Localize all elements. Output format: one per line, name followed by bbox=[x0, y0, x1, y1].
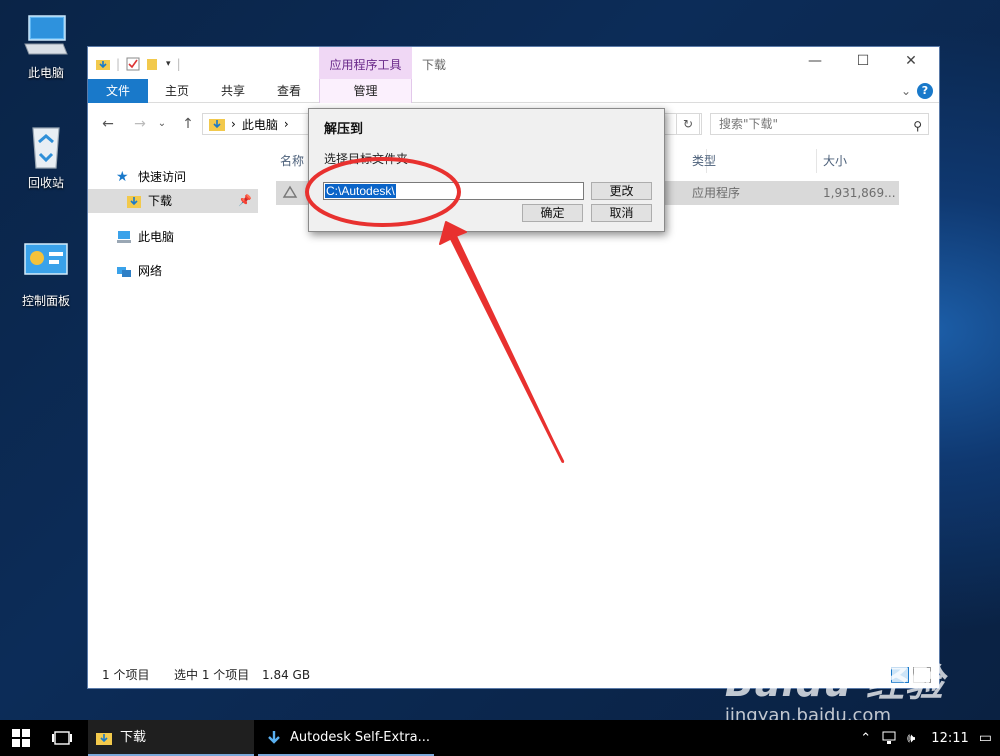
up-arrow-icon[interactable]: ↑ bbox=[178, 115, 198, 133]
control-panel-icon bbox=[23, 242, 69, 286]
dialog-label: 选择目标文件夹 bbox=[324, 152, 409, 166]
volume-icon[interactable]: 🕪 bbox=[907, 731, 915, 746]
watermark-brand: Baidu 经验 bbox=[724, 661, 944, 705]
extract-to-dialog: 解压到 选择目标文件夹 C:\Autodesk\ 更改 确定 取消 bbox=[308, 108, 665, 232]
notifications-icon[interactable]: ▭ bbox=[979, 730, 992, 746]
properties-check-icon[interactable] bbox=[126, 57, 140, 71]
quick-access-toolbar: | ▾ | bbox=[96, 55, 181, 73]
watermark: Baidu 经验 jingyan.baidu.com bbox=[725, 652, 944, 726]
nav-item-label: 此电脑 bbox=[138, 230, 175, 244]
pin-icon[interactable]: 📌 bbox=[238, 189, 252, 213]
contextual-tab-header: 应用程序工具 bbox=[319, 47, 412, 79]
downloads-folder-icon bbox=[209, 119, 225, 131]
selected-path-text: C:\Autodesk\ bbox=[325, 184, 396, 198]
ok-button[interactable]: 确定 bbox=[522, 204, 583, 222]
windows-logo-icon bbox=[12, 729, 30, 747]
nav-item-this-pc[interactable]: 此电脑 bbox=[88, 225, 258, 249]
dialog-title: 解压到 bbox=[324, 122, 364, 137]
back-arrow-icon[interactable]: ← bbox=[98, 115, 118, 133]
desktop-icon-recycle-bin[interactable]: 回收站 bbox=[8, 124, 84, 191]
desktop-icon-label: 此电脑 bbox=[27, 66, 64, 80]
minimize-button[interactable]: — bbox=[792, 53, 838, 73]
breadcrumb-this-pc[interactable]: 此电脑 bbox=[242, 116, 278, 133]
tab-manage[interactable]: 管理 bbox=[319, 79, 412, 103]
tab-view[interactable]: 查看 bbox=[264, 79, 314, 103]
change-button[interactable]: 更改 bbox=[591, 182, 652, 200]
show-hidden-icons-chevron-icon[interactable]: ⌃ bbox=[860, 731, 871, 746]
taskbar-item-label: 下载 bbox=[120, 730, 147, 745]
computer-icon bbox=[117, 231, 131, 243]
system-tray: ⌃ 🕪 12:11 ▭ bbox=[860, 720, 992, 756]
nav-item-network[interactable]: 网络 bbox=[88, 259, 258, 283]
address-separator-icon[interactable]: › bbox=[284, 117, 289, 131]
expand-ribbon-chevron-icon[interactable]: ⌄ bbox=[901, 84, 911, 98]
customize-toolbar-chevron-icon[interactable]: ▾ bbox=[166, 59, 171, 69]
status-selected-size: 1.84 GB bbox=[262, 668, 311, 682]
forward-arrow-icon[interactable]: → bbox=[130, 115, 150, 133]
file-size: 1,931,869... bbox=[823, 186, 896, 200]
tab-file[interactable]: 文件 bbox=[88, 79, 148, 103]
nav-item-label: 快速访问 bbox=[138, 170, 187, 184]
column-header-name[interactable]: 名称 bbox=[280, 149, 304, 173]
tab-share[interactable]: 共享 bbox=[208, 79, 258, 103]
maximize-button[interactable]: ☐ bbox=[840, 53, 886, 73]
ribbon-tabs: 文件 主页 共享 查看 管理 bbox=[88, 79, 939, 103]
network-tray-icon[interactable] bbox=[881, 731, 897, 745]
installer-icon bbox=[282, 185, 298, 198]
task-view-icon bbox=[52, 731, 72, 745]
nav-item-label: 下载 bbox=[148, 194, 173, 208]
taskbar-item-label: Autodesk Self-Extra... bbox=[290, 730, 430, 745]
ribbon-right-controls: ⌄ ? bbox=[901, 83, 933, 99]
desktop-icon-label: 回收站 bbox=[27, 176, 64, 190]
task-view-button[interactable] bbox=[52, 720, 76, 756]
desktop-icon-this-pc[interactable]: 此电脑 bbox=[8, 14, 84, 81]
nav-item-label: 网络 bbox=[138, 264, 163, 278]
title-bar: | ▾ | 应用程序工具 下载 — ☐ ✕ bbox=[88, 47, 939, 79]
help-icon[interactable]: ? bbox=[917, 83, 933, 99]
column-header-size[interactable]: 大小 bbox=[823, 149, 847, 173]
start-button[interactable] bbox=[12, 720, 38, 756]
tab-home[interactable]: 主页 bbox=[152, 79, 202, 103]
star-icon: ★ bbox=[116, 169, 129, 185]
new-folder-icon[interactable] bbox=[146, 57, 160, 71]
taskbar-item-autodesk-extractor[interactable]: Autodesk Self-Extra... bbox=[258, 720, 434, 756]
nav-item-quick-access[interactable]: ★ 快速访问 bbox=[88, 165, 258, 189]
navigation-pane: ★ 快速访问 下载 📌 此电脑 网络 bbox=[88, 147, 258, 657]
desktop-icon-control-panel[interactable]: 控制面板 bbox=[8, 242, 84, 309]
recent-chevron-icon[interactable]: ⌄ bbox=[152, 115, 172, 133]
refresh-icon[interactable]: ↻ bbox=[676, 113, 700, 135]
address-separator-icon[interactable]: › bbox=[231, 117, 236, 131]
clock[interactable]: 12:11 bbox=[931, 731, 968, 746]
installer-icon bbox=[268, 731, 280, 744]
downloads-folder-icon bbox=[96, 733, 112, 745]
search-input[interactable]: 搜索"下载" ⚲ bbox=[710, 113, 929, 135]
recycle-bin-icon bbox=[23, 124, 69, 169]
close-button[interactable]: ✕ bbox=[888, 53, 934, 73]
column-separator bbox=[816, 149, 817, 173]
status-item-count: 1 个项目 bbox=[102, 668, 150, 682]
folder-down-icon[interactable] bbox=[96, 57, 110, 71]
status-selected: 选中 1 个项目 bbox=[174, 668, 250, 682]
column-header-type[interactable]: 类型 bbox=[692, 149, 716, 173]
taskbar-item-downloads[interactable]: 下载 bbox=[88, 720, 254, 756]
network-icon bbox=[117, 267, 131, 277]
computer-icon bbox=[23, 14, 69, 58]
desktop-icon-label: 控制面板 bbox=[21, 294, 70, 308]
cancel-button[interactable]: 取消 bbox=[591, 204, 652, 222]
taskbar: 下载 Autodesk Self-Extra... ⌃ 🕪 12:11 ▭ bbox=[0, 720, 1000, 756]
search-icon: ⚲ bbox=[913, 119, 922, 133]
target-folder-input[interactable]: C:\Autodesk\ bbox=[323, 182, 584, 200]
downloads-folder-icon bbox=[127, 196, 141, 208]
nav-item-downloads[interactable]: 下载 📌 bbox=[88, 189, 258, 213]
window-title: 下载 bbox=[422, 58, 447, 72]
search-placeholder: 搜索"下载" bbox=[719, 117, 779, 131]
file-type: 应用程序 bbox=[692, 186, 741, 200]
